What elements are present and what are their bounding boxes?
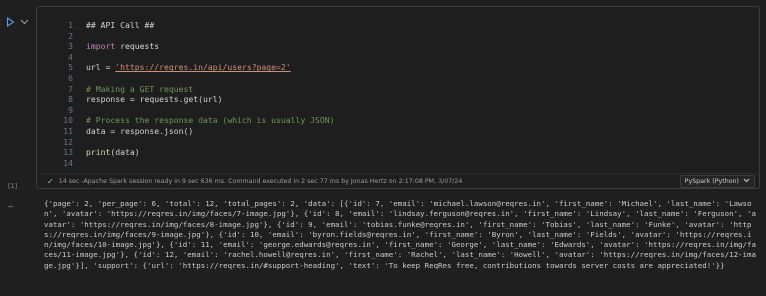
line-number: 2 bbox=[68, 30, 73, 41]
code-line: 9 bbox=[37, 105, 759, 116]
chevron-down-icon[interactable] bbox=[18, 16, 30, 28]
code-line: 8 response = requests.get(url) bbox=[37, 94, 759, 105]
code-token: ## API Call ## bbox=[86, 20, 155, 30]
code-cell[interactable]: 1 ## API Call ## 2 3 import requests 4 5 url = … bbox=[36, 6, 760, 189]
line-number: 13 bbox=[63, 147, 73, 158]
code-line: 5 url = 'https://reqres.in/api/users?page… bbox=[37, 62, 759, 73]
play-icon[interactable] bbox=[4, 16, 16, 28]
code-token: url = bbox=[86, 62, 116, 73]
cell-output: {'page': 2, 'per_page': 6, 'total': 12, … bbox=[44, 199, 756, 270]
code-token: data = response.json() bbox=[86, 125, 194, 136]
line-number: 14 bbox=[63, 157, 73, 168]
code-line: 4 bbox=[37, 52, 759, 63]
code-line: 11 data = response.json() bbox=[37, 126, 759, 137]
line-number: 9 bbox=[68, 104, 73, 115]
line-content: data = response.json() bbox=[86, 126, 193, 137]
line-content: # Making a GET request bbox=[86, 84, 193, 95]
code-token: (data) bbox=[110, 147, 140, 158]
line-content: print(data) bbox=[86, 147, 140, 158]
cell-status-bar: ✓ 14 sec -Apache Spark session ready in … bbox=[37, 173, 759, 188]
line-number: 12 bbox=[63, 136, 73, 147]
line-number: 6 bbox=[68, 72, 73, 83]
code-line: 13 print(data) bbox=[37, 147, 759, 158]
code-token: requests bbox=[115, 41, 160, 52]
code-editor[interactable]: 1 ## API Call ## 2 3 import requests 4 5 url = … bbox=[37, 20, 759, 168]
code-line: 2 bbox=[37, 31, 759, 42]
line-content: url = 'https://reqres.in/api/users?page=… bbox=[86, 62, 291, 73]
code-token: print bbox=[86, 147, 111, 158]
line-number: 10 bbox=[63, 115, 73, 126]
code-line: 14 bbox=[37, 158, 759, 169]
code-token: # Process the response data (which is us… bbox=[86, 115, 335, 126]
line-number: 8 bbox=[68, 94, 73, 105]
cell-gutter-controls bbox=[4, 16, 30, 28]
line-content: ## API Call ## bbox=[86, 20, 154, 31]
line-content: import requests bbox=[86, 41, 159, 52]
code-token: response = requests.get(url) bbox=[86, 94, 223, 105]
code-token[interactable]: 'https://reqres.in/api/users?page=2' bbox=[115, 62, 290, 72]
line-number: 11 bbox=[63, 125, 73, 136]
code-line: 10 # Process the response data (which is … bbox=[37, 115, 759, 126]
execution-status-text: 14 sec -Apache Spark session ready in 9 … bbox=[58, 177, 463, 185]
code-token: # Making a GET request bbox=[86, 83, 194, 94]
line-content: response = requests.get(url) bbox=[86, 94, 222, 105]
line-number: 4 bbox=[68, 51, 73, 62]
code-line: 7 # Making a GET request bbox=[37, 84, 759, 95]
code-line: 3 import requests bbox=[37, 41, 759, 52]
check-icon: ✓ bbox=[47, 176, 54, 186]
code-token: import bbox=[86, 41, 116, 52]
line-content: # Process the response data (which is us… bbox=[86, 115, 335, 126]
line-number: 3 bbox=[68, 41, 73, 52]
line-number: 7 bbox=[68, 83, 73, 94]
line-number: 1 bbox=[68, 20, 73, 30]
chevron-down-icon bbox=[743, 178, 750, 185]
code-line: 1 ## API Call ## bbox=[37, 20, 759, 31]
language-selector[interactable]: PySpark (Python) bbox=[679, 175, 755, 188]
code-line: 12 bbox=[37, 137, 759, 148]
execution-count: [1] bbox=[8, 182, 18, 190]
line-number: 5 bbox=[68, 62, 73, 73]
code-line: 6 bbox=[37, 73, 759, 84]
ellipsis-icon[interactable]: ⋯ bbox=[8, 202, 14, 211]
language-label: PySpark (Python) bbox=[684, 178, 739, 185]
